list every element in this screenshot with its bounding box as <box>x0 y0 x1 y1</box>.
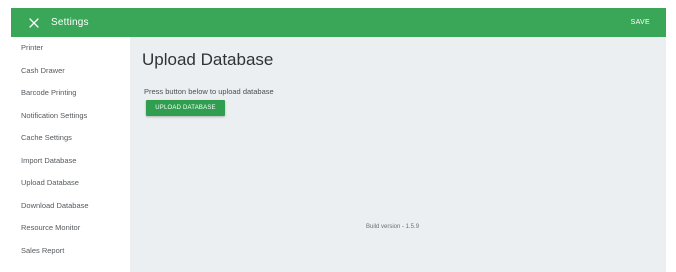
sidebar-item-printer[interactable]: Printer <box>11 37 130 60</box>
settings-window: Settings SAVE Printer Cash Drawer Barcod… <box>11 8 666 272</box>
sidebar-item-import-database[interactable]: Import Database <box>11 150 130 173</box>
sidebar-item-notification-settings[interactable]: Notification Settings <box>11 105 130 128</box>
sidebar-item-upload-database[interactable]: Upload Database <box>11 172 130 195</box>
upload-instruction-text: Press button below to upload database <box>144 87 274 96</box>
page-header-title: Settings <box>51 17 89 28</box>
settings-sidebar: Printer Cash Drawer Barcode Printing Not… <box>11 37 130 272</box>
close-button[interactable] <box>19 8 49 37</box>
sidebar-item-cache-settings[interactable]: Cache Settings <box>11 127 130 150</box>
main-content: Upload Database Press button below to up… <box>130 37 666 272</box>
close-icon <box>29 17 39 28</box>
top-app-bar: Settings SAVE <box>11 8 666 37</box>
build-version-text: Build version - 1.5.9 <box>366 224 420 230</box>
sidebar-item-cash-drawer[interactable]: Cash Drawer <box>11 60 130 83</box>
sidebar-item-sales-report[interactable]: Sales Report <box>11 240 130 263</box>
sidebar-item-resource-monitor[interactable]: Resource Monitor <box>11 217 130 240</box>
save-button[interactable]: SAVE <box>631 8 650 37</box>
page-title: Upload Database <box>142 50 274 69</box>
upload-database-button[interactable]: UPLOAD DATABASE <box>146 100 225 116</box>
sidebar-item-barcode-printing[interactable]: Barcode Printing <box>11 82 130 105</box>
sidebar-item-download-database[interactable]: Download Database <box>11 195 130 218</box>
